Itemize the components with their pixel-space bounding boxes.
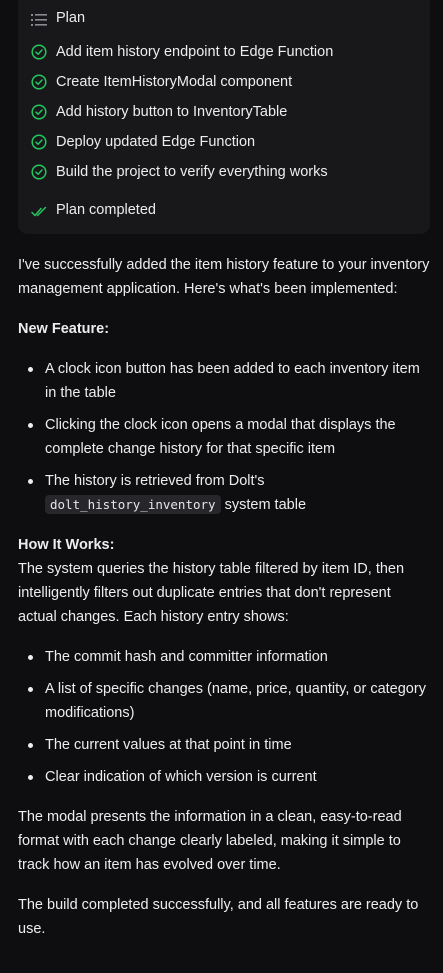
plan-list: Add item history endpoint to Edge Functi… [31,40,333,190]
plan-item-label: Build the project to verify everything w… [56,164,328,180]
plan-item: Build the project to verify everything w… [31,160,333,184]
check-circle-icon [31,104,47,120]
plan-item: Create ItemHistoryModal component [31,70,333,94]
plan-completed: Plan completed [31,198,156,222]
plan-item: Add item history endpoint to Edge Functi… [31,40,333,64]
build-paragraph: The build completed successfully, and al… [18,897,419,937]
plan-item-label: Add history button to InventoryTable [56,104,288,120]
plan-title: Plan [56,10,86,26]
list-item: Clear indication of which version is cur… [18,765,430,789]
history-entry-list: The commit hash and committer informatio… [18,645,430,789]
new-feature-heading: New Feature: [18,321,110,337]
assistant-message: I've successfully added the item history… [18,253,430,957]
check-circle-icon [31,44,47,60]
plan-item: Add history button to InventoryTable [31,100,333,124]
plan-card: Plan Add item history endpoint to Edge F… [18,0,430,234]
list-item: The current values at that point in time [18,733,430,757]
how-it-works-heading: How It Works: [18,537,115,553]
list-item: A list of specific changes (name, price,… [18,677,430,725]
list-item: The history is retrieved from Dolt's dolt… [18,469,430,517]
list-item-text: system table [224,497,307,513]
double-check-icon [31,203,47,217]
plan-item-label: Create ItemHistoryModal component [56,74,293,90]
modal-paragraph: The modal presents the information in a … [18,809,402,873]
plan-item: Deploy updated Edge Function [31,130,333,154]
list-item-text: The history is retrieved from Dolt's [45,473,265,489]
plan-item-label: Add item history endpoint to Edge Functi… [56,44,334,60]
check-circle-icon [31,134,47,150]
list-item: A clock icon button has been added to ea… [18,357,430,405]
check-circle-icon [31,74,47,90]
inline-code: dolt_history_inventory [45,495,221,514]
check-circle-icon [31,164,47,180]
list-item: The commit hash and committer informatio… [18,645,430,669]
new-feature-list: A clock icon button has been added to ea… [18,357,430,517]
list-item: Clicking the clock icon opens a modal th… [18,413,430,461]
plan-completed-label: Plan completed [56,202,156,218]
intro-paragraph: I've successfully added the item history… [18,257,430,297]
list-icon [31,11,47,26]
plan-header[interactable]: Plan [31,6,85,30]
plan-item-label: Deploy updated Edge Function [56,134,256,150]
how-it-works-paragraph: The system queries the history table fil… [18,561,405,625]
